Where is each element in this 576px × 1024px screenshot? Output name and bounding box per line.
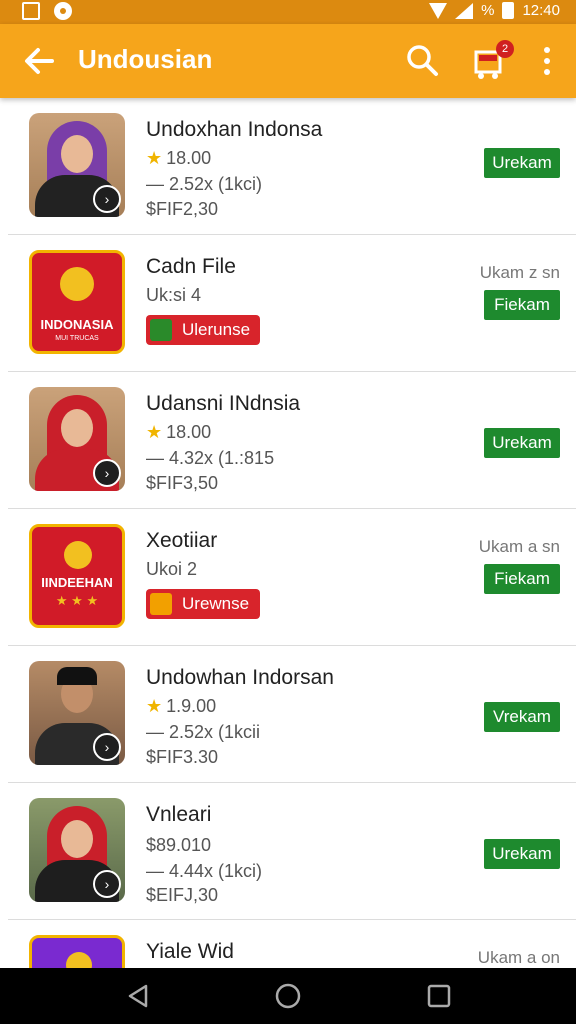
status-bar: % 12:40 bbox=[0, 0, 576, 24]
install-button[interactable]: Fiekam bbox=[484, 290, 560, 320]
nav-recents-icon[interactable] bbox=[425, 982, 453, 1010]
item-rating: ★ 18.00 bbox=[146, 422, 212, 442]
item-side-text: Ukam a on bbox=[477, 948, 560, 967]
system-nav-bar bbox=[0, 968, 576, 1024]
item-price: $FIF3.30 bbox=[146, 747, 219, 767]
item-title: Vnleari bbox=[146, 803, 212, 826]
list-item[interactable]: › Vnleari $89.010 — 4.44x (1kci) $EIFJ,3… bbox=[8, 783, 576, 920]
bird-emblem-icon bbox=[64, 541, 92, 569]
battery-icon bbox=[502, 2, 515, 19]
nav-home-icon[interactable] bbox=[274, 982, 302, 1010]
signal-icon bbox=[455, 2, 474, 19]
app-list: › Undoxhan Indonsa ★ 18.00 — 2.52x (1kci)… bbox=[8, 98, 576, 968]
wifi-icon bbox=[429, 2, 448, 19]
notification-icon bbox=[22, 2, 40, 20]
category-tag: Ulerunse bbox=[146, 315, 260, 345]
play-icon[interactable]: › bbox=[93, 870, 121, 898]
app-thumbnail: › bbox=[29, 798, 125, 902]
app-icon: IINDEEHAN ★ ★ ★ bbox=[29, 524, 125, 628]
app-thumbnail: › bbox=[29, 113, 125, 217]
item-size: — 2.52x (1kcii bbox=[146, 722, 261, 742]
bird-emblem-icon bbox=[66, 952, 92, 968]
star-icon: ★ bbox=[146, 422, 163, 442]
list-item[interactable]: INDONASIA MUI TRUCAS Cadn File Uk:si 4 U… bbox=[8, 235, 576, 372]
item-side-text: Ukam z sn bbox=[479, 263, 560, 282]
list-item[interactable]: IINDEEHAN ★ ★ ★ Xeotiiar Ukoi 2 Urewnse … bbox=[8, 509, 576, 646]
more-vert-icon[interactable] bbox=[535, 42, 559, 82]
cart-button[interactable]: 2 bbox=[468, 38, 516, 82]
item-price: $FIF3,50 bbox=[146, 473, 219, 493]
item-subtitle: Ukoi 2 bbox=[146, 559, 198, 579]
install-button[interactable]: Urekam bbox=[484, 428, 560, 458]
install-button[interactable]: Urekam bbox=[484, 148, 560, 178]
list-item[interactable]: Yiale Wid Ukam a on bbox=[8, 920, 576, 968]
item-price-secondary: $EIFJ,30 bbox=[146, 885, 219, 905]
play-icon[interactable]: › bbox=[93, 733, 121, 761]
item-size: — 4.32x (1.:815 bbox=[146, 448, 275, 468]
item-subtitle: Uk:si 4 bbox=[146, 285, 202, 305]
app-bar: Undousian 2 bbox=[0, 24, 576, 98]
app-thumbnail: › bbox=[29, 387, 125, 491]
item-size: — 4.44x (1kci) bbox=[146, 861, 263, 881]
app-icon: INDONASIA MUI TRUCAS bbox=[29, 250, 125, 354]
list-item[interactable]: › Undoxhan Indonsa ★ 18.00 — 2.52x (1kci)… bbox=[8, 98, 576, 235]
tag-icon bbox=[150, 593, 172, 615]
item-price: $89.010 bbox=[146, 835, 212, 855]
item-rating: ★ 1.9.00 bbox=[146, 696, 217, 716]
item-title: Xeotiiar bbox=[146, 529, 218, 552]
item-title: Undoxhan Indonsa bbox=[146, 118, 323, 141]
item-size: — 2.52x (1kci) bbox=[146, 174, 263, 194]
nav-back-icon[interactable] bbox=[124, 982, 152, 1010]
install-button[interactable]: Urekam bbox=[484, 839, 560, 869]
garuda-emblem-icon bbox=[60, 267, 94, 301]
back-arrow-icon[interactable] bbox=[20, 41, 60, 81]
app-thumbnail: › bbox=[29, 661, 125, 765]
page-title: Undousian bbox=[78, 44, 213, 74]
install-button[interactable]: Vrekam bbox=[484, 702, 560, 732]
item-title: Udansni INdnsia bbox=[146, 392, 301, 415]
install-button[interactable]: Fiekam bbox=[484, 564, 560, 594]
clock: 12:40 bbox=[522, 2, 560, 19]
battery-percent: % bbox=[481, 2, 495, 19]
item-side-text: Ukam a sn bbox=[478, 537, 560, 556]
item-rating: ★ 18.00 bbox=[146, 148, 212, 168]
item-price: $FIF2,30 bbox=[146, 199, 219, 219]
item-title: Undowhan Indorsan bbox=[146, 666, 334, 689]
item-title: Yiale Wid bbox=[146, 940, 234, 963]
search-icon[interactable] bbox=[402, 40, 442, 80]
list-item[interactable]: › Udansni INdnsia ★ 18.00 — 4.32x (1.:815… bbox=[8, 372, 576, 509]
tag-icon bbox=[150, 319, 172, 341]
cart-count-badge: 2 bbox=[496, 40, 514, 58]
record-icon bbox=[54, 2, 72, 20]
list-item[interactable]: › Undowhan Indorsan ★ 1.9.00 — 2.52x (1kc… bbox=[8, 646, 576, 783]
item-title: Cadn File bbox=[146, 255, 236, 278]
category-tag: Urewnse bbox=[146, 589, 260, 619]
play-icon[interactable]: › bbox=[93, 185, 121, 213]
star-icon: ★ bbox=[146, 148, 163, 168]
play-icon[interactable]: › bbox=[93, 459, 121, 487]
star-icon: ★ bbox=[146, 696, 163, 716]
app-icon bbox=[29, 935, 125, 968]
